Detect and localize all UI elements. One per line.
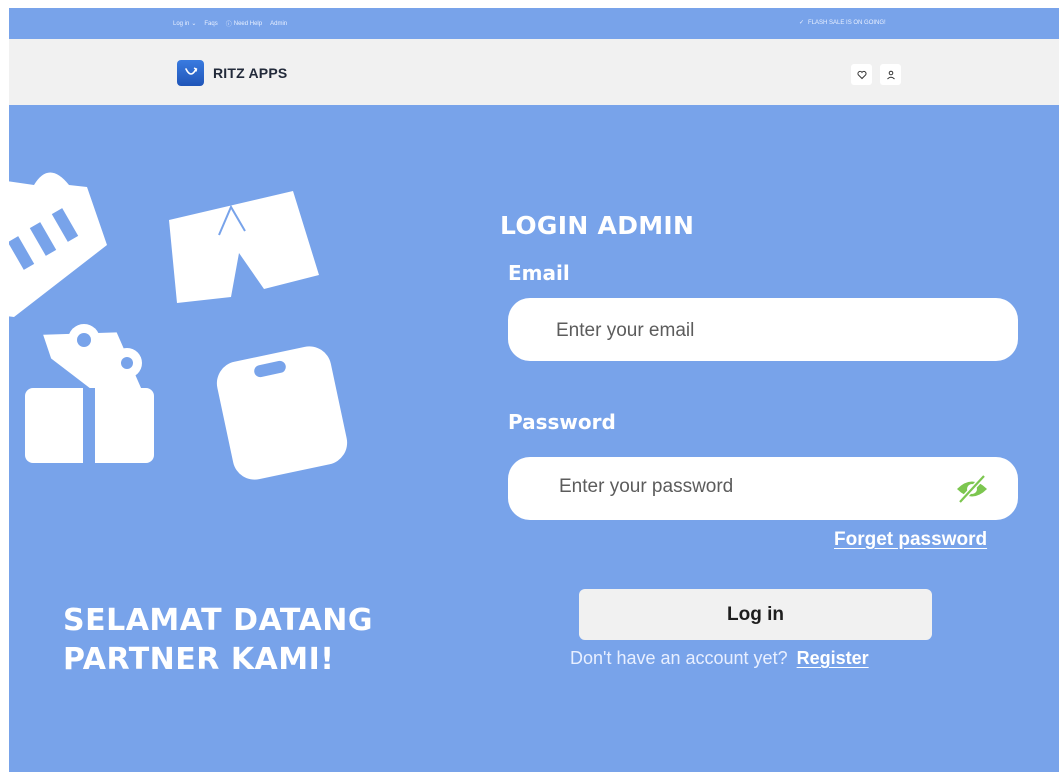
chevron-down-icon: ⌄ — [191, 21, 197, 27]
password-label: Password — [508, 410, 616, 434]
forget-password-link[interactable]: Forget password — [834, 529, 987, 551]
no-account-text: Don't have an account yet? — [570, 648, 788, 668]
header: RITZ APPS — [9, 39, 1059, 105]
welcome-line-1: SELAMAT DATANG — [63, 603, 373, 638]
email-field-container — [508, 298, 1018, 363]
login-menu[interactable]: Log in ⌄ — [173, 20, 197, 28]
login-section: SELAMAT DATANG PARTNER KAMI! LOGIN ADMIN… — [9, 105, 1059, 772]
login-menu-label: Log in — [173, 20, 190, 27]
account-button[interactable] — [880, 64, 901, 85]
help-circle-icon: ⓘ — [225, 22, 232, 28]
help-link[interactable]: ⓘ Need Help — [225, 19, 263, 29]
register-link[interactable]: Register — [797, 648, 869, 668]
app-frame: Log in ⌄ Faqs ⓘ Need Help Admin ✓ FLASH … — [9, 8, 1059, 772]
login-button[interactable]: Log in — [579, 589, 932, 640]
admin-link[interactable]: Admin — [270, 21, 287, 27]
gift-icon — [25, 324, 154, 463]
basket-icon — [9, 172, 107, 317]
register-prompt: Don't have an account yet? Register — [570, 648, 869, 669]
password-field-container — [508, 454, 1018, 520]
shopping-illustration — [9, 172, 348, 480]
email-label: Email — [508, 261, 570, 285]
bag-illustration-icon — [216, 346, 348, 480]
top-links: Log in ⌄ Faqs ⓘ Need Help Admin — [173, 19, 287, 29]
eye-off-icon[interactable] — [955, 474, 989, 504]
heart-icon — [856, 70, 867, 79]
welcome-message: SELAMAT DATANG PARTNER KAMI! — [63, 601, 373, 679]
bag-icon — [177, 60, 204, 86]
email-field[interactable] — [554, 298, 938, 363]
password-field[interactable] — [557, 454, 941, 519]
top-bar: Log in ⌄ Faqs ⓘ Need Help Admin ✓ FLASH … — [9, 8, 1059, 39]
welcome-line-2: PARTNER KAMI! — [63, 642, 335, 677]
check-icon: ✓ — [799, 20, 805, 26]
brand-name: RITZ APPS — [213, 65, 288, 81]
user-icon — [886, 70, 895, 79]
brand-logo[interactable]: RITZ APPS — [177, 60, 287, 86]
flash-sale-text: FLASH SALE IS ON GOING! — [808, 19, 886, 26]
help-link-label: Need Help — [233, 20, 263, 27]
faqs-link[interactable]: Faqs — [204, 21, 217, 27]
flash-sale-notice: ✓ FLASH SALE IS ON GOING! — [799, 19, 886, 27]
login-title: LOGIN ADMIN — [500, 211, 695, 240]
wishlist-button[interactable] — [851, 64, 872, 85]
shorts-icon — [169, 191, 319, 303]
